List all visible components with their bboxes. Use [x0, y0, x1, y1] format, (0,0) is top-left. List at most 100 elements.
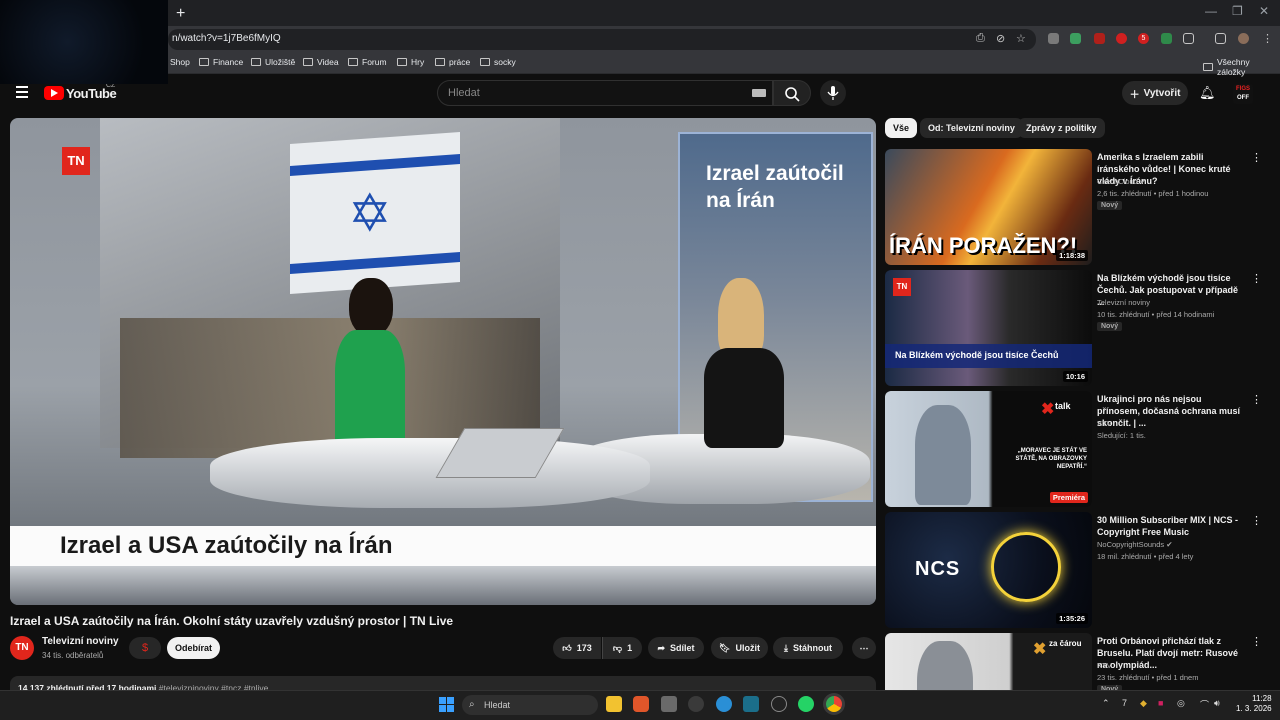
extension-icon[interactable]	[1161, 33, 1172, 44]
video-player[interactable]: ✡ Izrael zaútočil na Írán TN Izrael a US…	[10, 118, 876, 605]
new-tab-button[interactable]: +	[176, 5, 185, 23]
new-badge: Nový	[1097, 322, 1123, 331]
calculator-icon[interactable]	[661, 696, 677, 712]
account-avatar[interactable]: FIGS OFF	[1233, 84, 1253, 104]
maximize-icon[interactable]: ❐	[1232, 4, 1243, 18]
bookmark-folder[interactable]: práce	[435, 57, 470, 67]
app-icon[interactable]	[771, 696, 787, 712]
share-icon: ➦	[657, 642, 666, 653]
wifi-icon[interactable]: ⌒	[1200, 698, 1209, 711]
hide-icon[interactable]: ⊘	[996, 32, 1005, 45]
recommendation-channel[interactable]: NoCopyrightSounds ✔	[1097, 540, 1173, 549]
new-badge: Nový	[1097, 201, 1123, 210]
extension-icon[interactable]	[1070, 33, 1081, 44]
voice-search-button[interactable]	[820, 80, 846, 106]
share-button[interactable]: ➦ Sdílet	[648, 637, 704, 659]
video-thumbnail[interactable]: NCS 1:35:26	[885, 512, 1092, 628]
bookmark-folder[interactable]: socky	[480, 57, 516, 67]
recommendation-channel[interactable]: XTV	[1097, 661, 1112, 670]
recommendation-channel[interactable]: CzechCloud ✔	[1097, 177, 1146, 186]
video-thumbnail[interactable]: ÍRÁN PORAŽEN?! 1:18:38	[885, 149, 1092, 265]
extension-icon[interactable]	[1048, 33, 1059, 44]
channel-name[interactable]: Televizní noviny	[42, 636, 119, 647]
app-icon[interactable]	[743, 696, 759, 712]
thumbnail-caption: NCS	[915, 558, 961, 580]
video-thumbnail[interactable]: TN Na Blízkém východě jsou tisíce Čechů …	[885, 270, 1092, 386]
all-bookmarks[interactable]: Všechny záložky	[1203, 57, 1280, 77]
recommendation-title[interactable]: Proti Orbánovi přichází tlak z Bruselu. …	[1097, 635, 1247, 671]
tray-item-icon[interactable]: 7	[1122, 698, 1127, 708]
minimize-icon[interactable]: —	[1205, 4, 1217, 18]
bookmark-folder[interactable]: Videa	[303, 57, 339, 67]
recommendation-item[interactable]: ✖ talk „MORAVEC JE STÁT VE STÁTĚ, NA OBR…	[885, 391, 1275, 509]
extensions-puzzle-icon[interactable]	[1183, 33, 1194, 44]
bookmark-folder[interactable]: Uložiště	[251, 57, 295, 67]
bookmark-folder[interactable]: Finance	[199, 57, 243, 67]
taskbar-clock[interactable]: 11:28 1. 3. 2026	[1236, 694, 1272, 714]
download-button[interactable]: ⤓ Stáhnout	[773, 637, 843, 659]
video-thumbnail[interactable]: ✖ talk „MORAVEC JE STÁT VE STÁTĚ, NA OBR…	[885, 391, 1092, 507]
chip-all[interactable]: Vše	[885, 118, 918, 138]
chip-politics-news[interactable]: Zprávy z politiky	[1018, 118, 1105, 138]
like-button[interactable]: 👍︎ 173	[553, 637, 601, 659]
tray-chevron-icon[interactable]: ⌃	[1102, 698, 1110, 709]
browser-tab-strip	[0, 0, 1280, 26]
recommendation-channel[interactable]: XTV	[1097, 419, 1112, 428]
taskbar-search-icon: ⌕	[469, 699, 475, 710]
more-vertical-icon[interactable]: ⋮	[1251, 151, 1262, 164]
join-button[interactable]: $	[129, 637, 161, 659]
subscribe-button[interactable]: Odebírat	[167, 637, 220, 659]
hamburger-menu-icon[interactable]	[16, 86, 28, 98]
install-app-icon[interactable]: ⎙	[976, 32, 985, 45]
reading-list-icon[interactable]	[1215, 33, 1226, 44]
tray-item-icon[interactable]: ◆	[1140, 698, 1147, 709]
brave-browser-icon[interactable]	[633, 696, 649, 712]
channel-avatar[interactable]: TN	[10, 636, 34, 660]
recommendation-title[interactable]: 30 Million Subscriber MIX | NCS - Copyri…	[1097, 514, 1247, 538]
recommendation-item[interactable]: TN Na Blízkém východě jsou tisíce Čechů …	[885, 270, 1275, 388]
recommendation-item[interactable]: NCS 1:35:26 30 Million Subscriber MIX | …	[885, 512, 1275, 630]
chip-from-channel[interactable]: Od: Televizní noviny	[920, 118, 1023, 138]
create-button[interactable]: ＋ Vytvořit	[1122, 81, 1188, 105]
bookmark-item[interactable]: Shop	[170, 57, 190, 67]
extension-badge-icon[interactable]: 5	[1138, 33, 1149, 44]
dislike-button[interactable]: 👎︎ 1	[602, 637, 642, 659]
notifications-bell-icon[interactable]: 🔔︎	[1199, 85, 1216, 101]
more-actions-button[interactable]: ⋯	[852, 637, 876, 659]
video-duration: 1:35:26	[1056, 613, 1088, 624]
recommendation-channel[interactable]: Televizní noviny	[1097, 298, 1150, 307]
chrome-icon[interactable]	[826, 696, 842, 712]
extension-icon[interactable]	[1116, 33, 1127, 44]
url-text[interactable]: n/watch?v=1j7Be6fMyIQ	[172, 33, 281, 44]
app-icon[interactable]	[716, 696, 732, 712]
app-icon[interactable]	[688, 696, 704, 712]
bookmark-folder[interactable]: Hry	[397, 57, 424, 67]
profile-avatar-icon[interactable]	[1238, 33, 1249, 44]
address-bar[interactable]	[168, 29, 1036, 50]
extension-icon[interactable]	[1094, 33, 1105, 44]
windows-start-icon[interactable]	[439, 697, 454, 712]
save-button[interactable]: 🔖︎ Uložit	[711, 637, 768, 659]
more-vertical-icon[interactable]: ⋮	[1251, 393, 1262, 406]
volume-icon[interactable]: 🔊︎	[1214, 698, 1220, 709]
taskbar-search[interactable]: Hledat	[462, 695, 598, 715]
recommendation-title[interactable]: Ukrajinci pro nás nejsou přínosem, dočas…	[1097, 393, 1247, 429]
recommendation-item[interactable]: ÍRÁN PORAŽEN?! 1:18:38 Amerika s Izraele…	[885, 149, 1275, 267]
keyboard-icon[interactable]	[752, 89, 766, 97]
more-vertical-icon[interactable]: ⋮	[1251, 272, 1262, 285]
more-vertical-icon[interactable]: ⋮	[1251, 514, 1262, 527]
bookmark-folder[interactable]: Forum	[348, 57, 387, 67]
whatsapp-icon[interactable]	[798, 696, 814, 712]
close-window-icon[interactable]: ✕	[1259, 4, 1269, 18]
search-input[interactable]	[437, 80, 773, 106]
video-title: Izrael a USA zaútočily na Írán. Okolní s…	[10, 614, 454, 628]
search-button[interactable]	[773, 80, 811, 106]
more-vertical-icon[interactable]: ⋮	[1251, 635, 1262, 648]
browser-menu-icon[interactable]: ⋮	[1262, 32, 1273, 45]
folder-icon	[199, 58, 209, 66]
youtube-logo-icon[interactable]	[44, 86, 64, 100]
tray-item-icon[interactable]: ■	[1158, 698, 1163, 708]
file-explorer-icon[interactable]	[606, 696, 622, 712]
bookmark-star-icon[interactable]: ☆	[1016, 32, 1026, 45]
tray-item-icon[interactable]: ◎	[1177, 698, 1185, 709]
